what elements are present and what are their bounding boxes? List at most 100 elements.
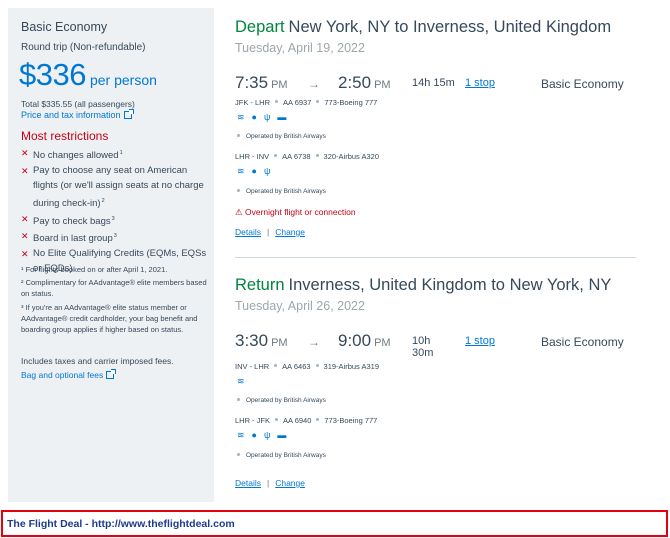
depart-date: Tuesday, April 19, 2022 (235, 41, 365, 55)
arrival-ampm: PM (374, 337, 391, 349)
includes-taxes-note: Includes taxes and carrier imposed fees. (21, 356, 174, 366)
restriction-item: ✕ Pay to check bags3 (21, 212, 213, 230)
bag-fees-link[interactable]: Bag and optional fees (21, 369, 117, 380)
return-actions: Details | Change (235, 478, 305, 488)
restriction-text: Pay to check bags (33, 215, 111, 227)
arrival-time: 9:00 PM (338, 331, 391, 351)
fare-price: $336 per person (19, 57, 157, 93)
return-label: Return (235, 276, 285, 294)
arrow-icon: → (308, 335, 320, 349)
operator-text: Operated by British Airways (246, 188, 326, 195)
footnote-ref: 2 (101, 197, 105, 204)
depart-time: 7:35 PM (235, 73, 288, 93)
usb-icon: ψ (263, 112, 271, 122)
price-tax-link[interactable]: Price and tax information (21, 109, 134, 120)
aircraft: 773-Boeing 777 (324, 98, 378, 107)
fare-summary-panel: Basic Economy Round trip (Non-refundable… (8, 8, 214, 502)
details-link[interactable]: Details (235, 478, 261, 488)
flight-duration: 14h 15m (412, 77, 455, 89)
aircraft: 319-Airbus A319 (323, 362, 379, 371)
segment-route: JFK - LHR (235, 98, 271, 107)
external-link-icon (106, 369, 117, 379)
operator-text: Operated by British Airways (246, 133, 326, 140)
itinerary-panel: Depart New York, NY to Inverness, United … (214, 8, 670, 502)
footnote-ref: 3 (111, 215, 115, 222)
restriction-item: ✕ Board in last group3 (21, 229, 213, 247)
operated-by: Operated by British Airways (235, 188, 326, 195)
depart-time: 3:30 PM (235, 331, 288, 351)
stops-link[interactable]: 1 stop (465, 335, 495, 347)
depart-time-value: 3:30 (235, 331, 269, 350)
change-link[interactable]: Change (275, 478, 305, 488)
power-outlet-icon: ● (251, 112, 257, 122)
usb-icon: ψ (263, 430, 271, 440)
depart-actions: Details | Change (235, 227, 305, 237)
warning-text: Overnight flight or connection (245, 207, 356, 217)
footnote-ref: 3 (113, 233, 117, 240)
entertainment-screen-icon: ▬ (277, 112, 287, 122)
price-amount: $336 (19, 57, 86, 92)
stops-link[interactable]: 1 stop (465, 77, 495, 89)
x-icon: ✕ (21, 231, 29, 242)
wifi-icon: ≋ (237, 112, 245, 122)
depart-time-value: 7:35 (235, 73, 269, 92)
return-date: Tuesday, April 26, 2022 (235, 299, 365, 313)
segment-info: LHR - JFK AA 6940 773-Boeing 777 (235, 416, 377, 425)
arrival-time-value: 2:50 (338, 73, 372, 92)
depart-ampm: PM (271, 79, 288, 91)
link-separator: | (266, 478, 270, 488)
power-outlet-icon: ● (251, 430, 257, 440)
aircraft: 773-Boeing 777 (324, 416, 378, 425)
arrival-ampm: PM (374, 79, 391, 91)
entertainment-screen-icon: ▬ (277, 430, 287, 440)
wifi-icon: ≋ (237, 166, 245, 176)
fare-type: Basic Economy (21, 20, 108, 34)
segment-route: LHR - JFK (235, 416, 271, 425)
overnight-warning: ⚠ Overnight flight or connection (235, 207, 356, 218)
return-route: Inverness, United Kingdom to New York, N… (288, 276, 612, 294)
cabin-class: Basic Economy (541, 77, 624, 91)
flight-number: AA 6738 (282, 152, 311, 161)
details-link[interactable]: Details (235, 227, 261, 237)
amenities: ≋ ● ψ ▬ (237, 112, 293, 123)
amenities: ≋ ● ψ (237, 166, 277, 177)
flight-number: AA 6937 (283, 98, 312, 107)
wifi-icon: ≋ (237, 430, 245, 440)
price-tax-link-label[interactable]: Price and tax information (21, 110, 121, 120)
amenities: ≋ (237, 376, 252, 387)
footnote: ² Complimentary for AAdvantage® elite me… (21, 278, 207, 299)
per-person-label: per person (89, 72, 157, 88)
warning-icon: ⚠ (235, 207, 243, 217)
x-icon: ✕ (21, 213, 29, 224)
segment-route: LHR - INV (235, 152, 270, 161)
depart-ampm: PM (271, 337, 288, 349)
arrow-icon: → (308, 77, 320, 91)
trip-type: Round trip (Non-refundable) (21, 42, 146, 53)
depart-heading: Depart New York, NY to Inverness, United … (235, 18, 611, 37)
change-link[interactable]: Change (275, 227, 305, 237)
footnote-ref: 1 (119, 150, 123, 156)
segment-info: JFK - LHR AA 6937 773-Boeing 777 (235, 98, 377, 107)
flight-number: AA 6940 (283, 416, 312, 425)
restriction-text: Pay to choose any seat on American fligh… (33, 164, 204, 209)
aircraft: 320-Airbus A320 (323, 152, 379, 161)
duration-minutes: 30m (412, 347, 434, 359)
arrival-time-value: 9:00 (338, 331, 372, 350)
footnote: ³ If you're an AAdvantage® elite status … (21, 302, 198, 335)
operated-by: Operated by British Airways (235, 397, 326, 404)
usb-icon: ψ (263, 166, 271, 176)
total-price: Total $335.55 (all passengers) (21, 99, 135, 109)
wifi-icon: ≋ (237, 376, 245, 386)
flight-duration: 10h 30m (412, 335, 433, 359)
cabin-class: Basic Economy (541, 335, 624, 349)
banner-text: The Flight Deal - http://www.theflightde… (7, 518, 235, 530)
operator-text: Operated by British Airways (246, 452, 326, 459)
power-outlet-icon: ● (251, 166, 257, 176)
bag-fees-link-label[interactable]: Bag and optional fees (21, 370, 103, 380)
footnote: ¹ For flights booked on or after April 1… (21, 265, 168, 274)
arrival-time: 2:50 PM (338, 73, 391, 93)
link-separator: | (266, 227, 270, 237)
operated-by: Operated by British Airways (235, 133, 326, 140)
x-icon: ✕ (21, 165, 29, 176)
duration-hours: 10h (412, 335, 431, 347)
